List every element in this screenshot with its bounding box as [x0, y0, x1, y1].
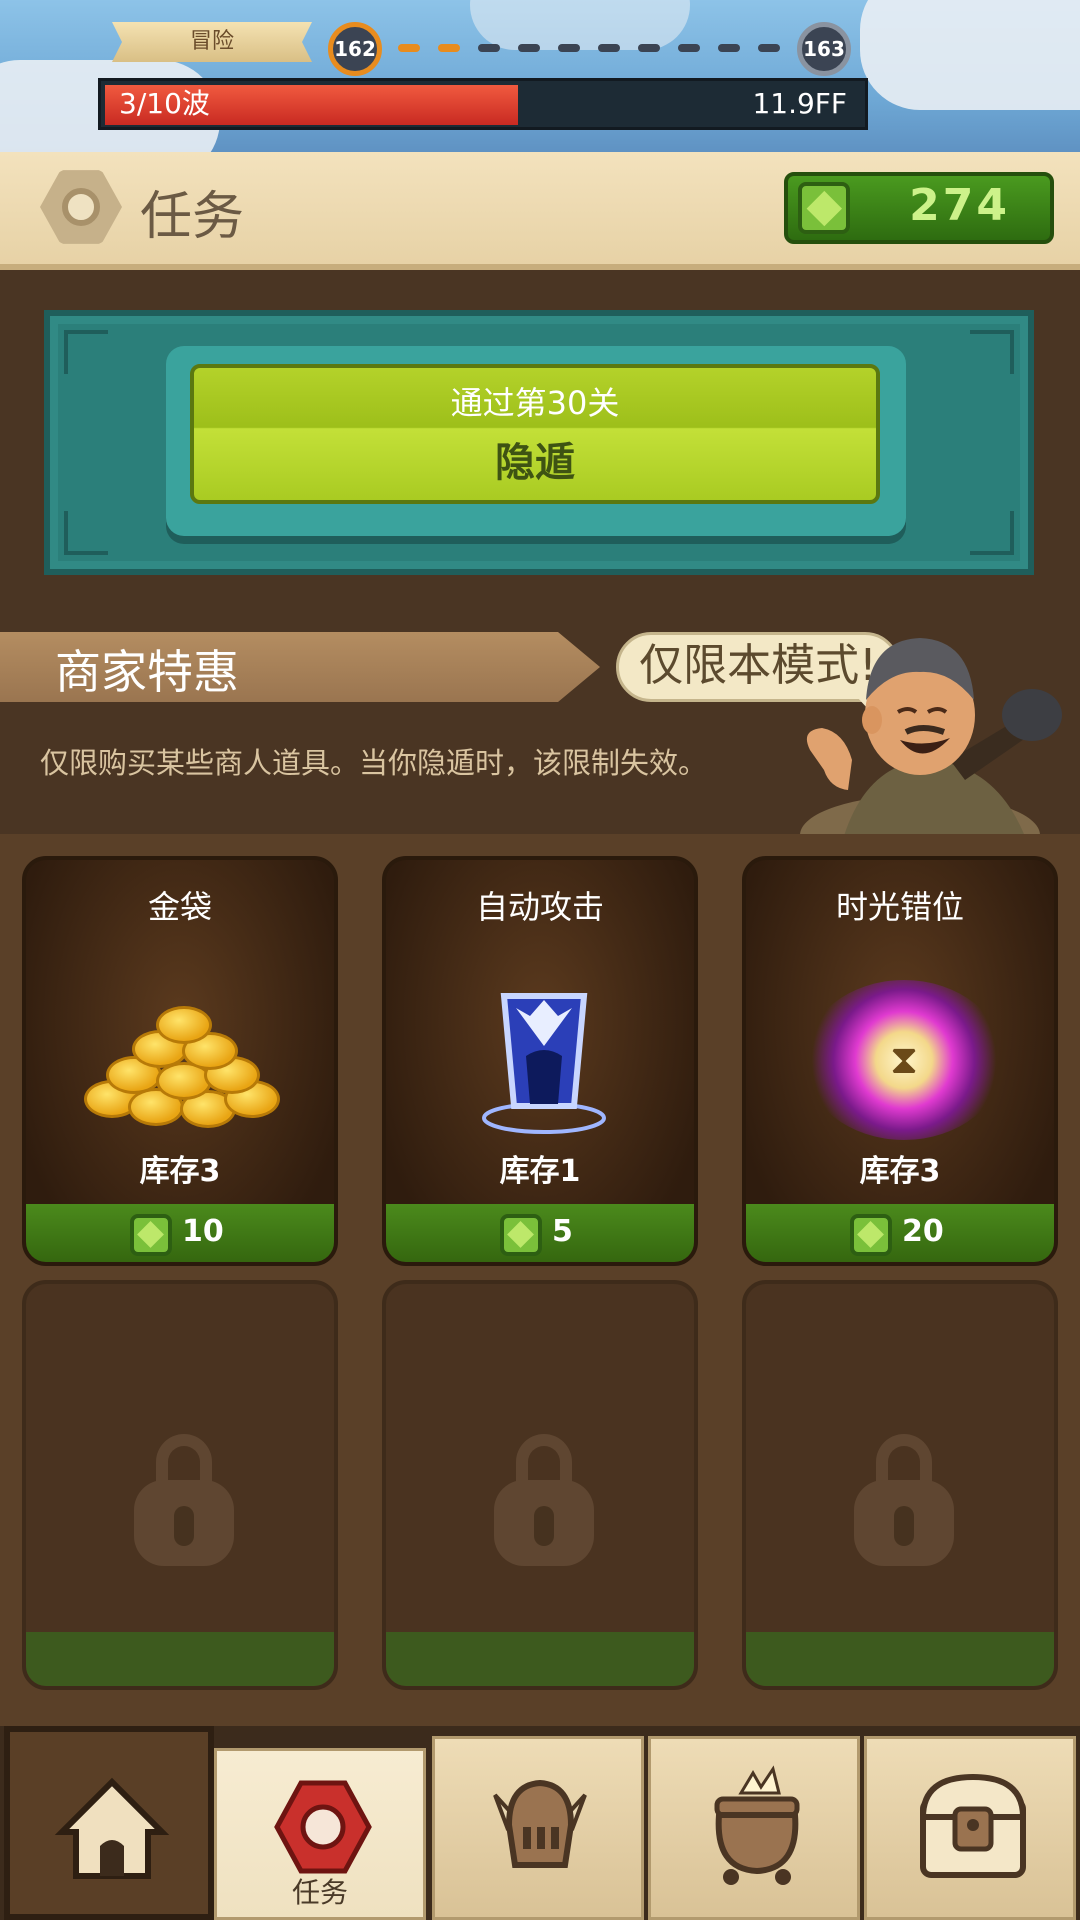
- damage-value: 11.9FF: [752, 87, 847, 120]
- locked-slot[interactable]: [22, 1280, 338, 1690]
- quest-badge-icon: [274, 1780, 372, 1874]
- merchant-description: 仅限购买某些商人道具。当你隐遁时，该限制失效。: [40, 746, 708, 780]
- lock-icon: [134, 1434, 234, 1566]
- lock-icon: [854, 1434, 954, 1566]
- merchant-character-icon: [800, 638, 1062, 850]
- tab-heroes[interactable]: [432, 1736, 644, 1920]
- page-title: 任务: [140, 187, 245, 247]
- item-stock: 库存3: [139, 1154, 221, 1189]
- quest-frame: 通过第30关 隐遁: [166, 346, 906, 536]
- locked-slot-bar: [746, 1632, 1054, 1686]
- tent-home-icon: [54, 1777, 170, 1879]
- item-price-bar[interactable]: 20: [746, 1204, 1054, 1262]
- tab-home[interactable]: [4, 1726, 214, 1920]
- gem-icon: [130, 1214, 172, 1256]
- mode-ribbon: 冒险: [112, 22, 312, 62]
- coin: [156, 1006, 212, 1044]
- item-price: 10: [182, 1214, 224, 1249]
- locked-slot-bar: [26, 1632, 334, 1686]
- wave-label: 3/10波: [119, 87, 210, 120]
- wave-progress-bar: 3/10波 11.9FF: [98, 78, 868, 130]
- quest-button[interactable]: 通过第30关 隐遁: [190, 364, 880, 504]
- item-name: 时光错位: [835, 888, 964, 926]
- ornament-corner: [970, 330, 1014, 374]
- locked-slot[interactable]: [382, 1280, 698, 1690]
- progress-dash: [638, 44, 660, 52]
- quest-requirement: 通过第30关: [450, 384, 620, 422]
- item-name: 自动攻击: [475, 888, 604, 926]
- level-progress-track: [398, 44, 788, 52]
- page-header: 任务 274: [0, 152, 1080, 270]
- tab-treasure[interactable]: [864, 1736, 1076, 1920]
- progress-dash: [398, 44, 420, 52]
- treasure-chest-icon: [919, 1773, 1027, 1878]
- quest-panel: 通过第30关 隐遁: [44, 310, 1034, 575]
- quest-action: 隐遁: [495, 440, 575, 486]
- gem-icon: [500, 1214, 542, 1256]
- hourglass-icon: ⧗: [889, 1037, 919, 1083]
- cloud-decoration: [470, 0, 690, 50]
- lock-icon: [494, 1434, 594, 1566]
- item-price: 20: [902, 1214, 944, 1249]
- cloud-decoration: [860, 0, 1080, 110]
- quest-badge-icon: [40, 170, 122, 244]
- item-price: 5: [552, 1214, 573, 1249]
- progress-dash: [478, 44, 500, 52]
- next-level-node: 163: [797, 22, 851, 76]
- ornament-corner: [970, 511, 1014, 555]
- tab-alchemy[interactable]: [648, 1736, 860, 1920]
- shop-item-card[interactable]: 时光错位 ⧗ 库存3 20: [742, 856, 1058, 1266]
- knight-helmet-icon: [493, 1779, 587, 1868]
- auto-attack-fist-icon: [482, 993, 606, 1134]
- item-stock: 库存1: [499, 1154, 581, 1189]
- gem-counter[interactable]: 274: [784, 172, 1054, 244]
- tab-label: 任务: [291, 1876, 348, 1909]
- locked-slot[interactable]: [742, 1280, 1058, 1690]
- current-level-node: 162: [328, 22, 382, 76]
- ornament-corner: [64, 511, 108, 555]
- shop-item-card[interactable]: 自动攻击 库存1 5: [382, 856, 698, 1266]
- gem-icon: [850, 1214, 892, 1256]
- progress-dash: [558, 44, 580, 52]
- gem-count: 274: [909, 180, 1010, 231]
- progress-dash: [718, 44, 740, 52]
- ornament-corner: [64, 330, 108, 374]
- gem-icon: [798, 182, 850, 234]
- item-price-bar[interactable]: 5: [386, 1204, 694, 1262]
- item-price-bar[interactable]: 10: [26, 1204, 334, 1262]
- progress-dash: [438, 44, 460, 52]
- item-name: 金袋: [147, 888, 212, 926]
- cauldron-icon: [714, 1765, 800, 1885]
- shop-item-card[interactable]: 金袋 库存3 10: [22, 856, 338, 1266]
- tab-quests[interactable]: 任务: [214, 1748, 426, 1920]
- time-vortex-icon: ⧗: [804, 980, 1004, 1140]
- progress-dash: [518, 44, 540, 52]
- merchant-banner-title: 商家特惠: [55, 645, 239, 699]
- locked-slot-bar: [386, 1632, 694, 1686]
- progress-dash: [758, 44, 780, 52]
- bottom-nav: 任务: [0, 1726, 1080, 1920]
- gold-coins-icon: [84, 1000, 284, 1130]
- progress-dash: [678, 44, 700, 52]
- item-stock: 库存3: [859, 1154, 941, 1189]
- level-progress-area: 冒险 162 163 3/10波 11.9FF: [0, 0, 1080, 160]
- progress-dash: [598, 44, 620, 52]
